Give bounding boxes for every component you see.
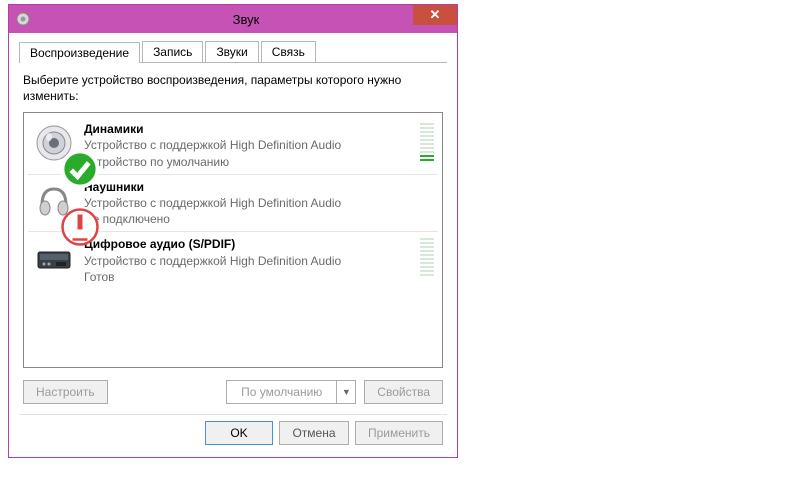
tab-playback[interactable]: Воспроизведение <box>19 42 140 63</box>
apply-button[interactable]: Применить <box>355 421 443 445</box>
device-row-speakers[interactable]: Динамики Устройство с поддержкой High De… <box>28 117 438 175</box>
device-text: Динамики Устройство с поддержкой High De… <box>84 121 414 170</box>
close-icon: ✕ <box>430 7 441 23</box>
tab-sounds[interactable]: Звуки <box>205 41 258 62</box>
tab-recording[interactable]: Запись <box>142 41 203 62</box>
device-state: Устройство по умолчанию <box>84 154 414 170</box>
titlebar[interactable]: Звук ✕ <box>9 5 457 33</box>
close-button[interactable]: ✕ <box>413 5 457 25</box>
level-meter <box>420 123 434 161</box>
button-label: По умолчанию <box>227 381 337 403</box>
tab-communications[interactable]: Связь <box>261 41 316 62</box>
device-state: Готов <box>84 269 414 285</box>
level-meter <box>420 238 434 276</box>
default-check-icon <box>60 149 76 165</box>
device-buttons-row: Настроить По умолчанию ▼ Свойства <box>23 380 443 404</box>
dialog-buttons-row: OK Отмена Применить <box>19 414 447 447</box>
device-name: Наушники <box>84 179 414 195</box>
device-list[interactable]: Динамики Устройство с поддержкой High De… <box>23 112 443 368</box>
button-label: OK <box>230 426 247 440</box>
device-desc: Устройство с поддержкой High Definition … <box>84 137 414 153</box>
tab-bar: Воспроизведение Запись Звуки Связь <box>19 41 447 63</box>
device-name: Цифровое аудио (S/PDIF) <box>84 236 414 252</box>
button-label: Настроить <box>36 385 95 399</box>
device-name: Динамики <box>84 121 414 137</box>
cancel-button[interactable]: Отмена <box>279 421 349 445</box>
client-area: Воспроизведение Запись Звуки Связь Выбер… <box>9 33 457 457</box>
chevron-down-icon[interactable]: ▼ <box>337 381 355 403</box>
instruction-text: Выберите устройство воспроизведения, пар… <box>23 73 447 104</box>
tab-label: Звуки <box>216 45 247 59</box>
configure-button[interactable]: Настроить <box>23 380 108 404</box>
device-desc: Устройство с поддержкой High Definition … <box>84 195 414 211</box>
speaker-icon <box>34 123 74 163</box>
sound-app-icon <box>15 11 31 27</box>
device-state: Не подключено <box>84 211 414 227</box>
tab-label: Запись <box>153 45 192 59</box>
ok-button[interactable]: OK <box>205 421 273 445</box>
device-text: Наушники Устройство с поддержкой High De… <box>84 179 414 228</box>
tab-label: Связь <box>272 45 305 59</box>
tab-label: Воспроизведение <box>30 46 129 60</box>
button-label: Свойства <box>377 385 430 399</box>
device-desc: Устройство с поддержкой High Definition … <box>84 253 414 269</box>
headphones-icon <box>34 181 74 221</box>
window-title: Звук <box>35 12 457 27</box>
button-label: Отмена <box>292 426 335 440</box>
sound-dialog: Звук ✕ Воспроизведение Запись Звуки Связ… <box>8 4 458 458</box>
spdif-icon <box>34 238 74 278</box>
unplugged-icon <box>60 207 76 223</box>
button-label: Применить <box>368 426 430 440</box>
set-default-split-button[interactable]: По умолчанию ▼ <box>226 380 356 404</box>
properties-button[interactable]: Свойства <box>364 380 443 404</box>
device-text: Цифровое аудио (S/PDIF) Устройство с под… <box>84 236 414 285</box>
